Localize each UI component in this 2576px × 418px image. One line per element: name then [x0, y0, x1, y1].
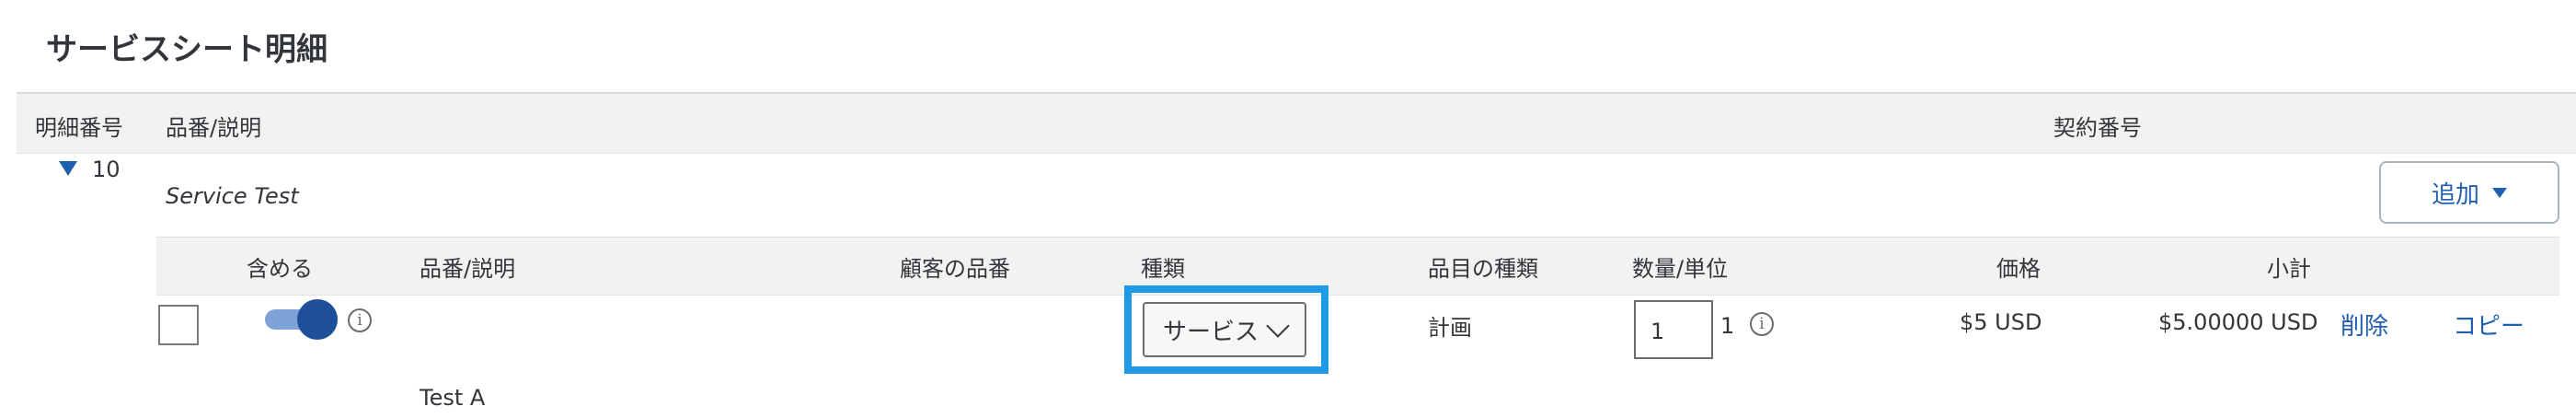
- price-value: $5 USD: [1960, 309, 2042, 335]
- header-line-number: 明細番号: [35, 115, 123, 141]
- page-title: サービスシート明細: [46, 31, 328, 68]
- type-select[interactable]: サービス: [1143, 302, 1306, 357]
- sub-header-include: 含める: [247, 256, 313, 282]
- table-header: [17, 92, 2576, 154]
- header-contract-number: 契約番号: [2053, 115, 2142, 141]
- sub-header-subtotal: 小計: [2267, 256, 2311, 282]
- type-select-value: サービス: [1162, 318, 1259, 346]
- sub-header-type: 種類: [1141, 256, 1185, 282]
- chevron-down-icon: [1266, 314, 1290, 338]
- sub-header-price: 価格: [1996, 256, 2041, 282]
- item-type-value: 計画: [1428, 315, 1472, 341]
- triangle-down-icon[interactable]: [59, 161, 77, 176]
- sub-header-quantity-unit: 数量/単位: [1632, 256, 1729, 282]
- item-description: Test A: [420, 385, 486, 411]
- add-button-label: 追加: [2431, 180, 2479, 209]
- sub-header-customer-part: 顧客の品番: [900, 256, 1010, 282]
- delete-link[interactable]: 削除: [2340, 308, 2388, 342]
- line-number: 10: [92, 157, 121, 182]
- unit-value: 1: [1720, 313, 1735, 339]
- quantity-input[interactable]: 1: [1634, 300, 1713, 359]
- info-icon[interactable]: i: [348, 308, 372, 332]
- add-button[interactable]: 追加: [2379, 161, 2559, 224]
- sub-table-header: [156, 237, 2559, 296]
- caret-down-icon: [2492, 187, 2507, 198]
- copy-link[interactable]: コピー: [2453, 308, 2524, 342]
- info-icon[interactable]: i: [1750, 312, 1774, 336]
- header-part-description: 品番/説明: [166, 115, 262, 141]
- sub-header-part-description: 品番/説明: [420, 256, 516, 282]
- subtotal-value: $5.00000 USD: [2158, 309, 2318, 335]
- sub-header-item-type: 品目の種類: [1428, 256, 1538, 282]
- line-description: Service Test: [166, 183, 299, 209]
- row-select-checkbox[interactable]: [158, 305, 199, 345]
- include-toggle-knob[interactable]: [297, 299, 338, 340]
